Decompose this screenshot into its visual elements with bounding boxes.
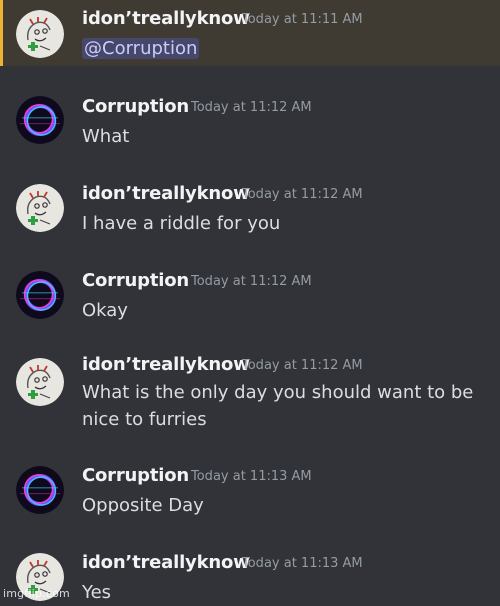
message-timestamp[interactable]: Today at 11:13 AM (242, 556, 363, 571)
message-author[interactable]: Corruption (82, 96, 189, 117)
message-item: Corruption Today at 11:13 AM Opposite Da… (0, 459, 500, 529)
message-timestamp[interactable]: Today at 11:12 AM (191, 100, 312, 115)
message-timestamp[interactable]: Today at 11:12 AM (242, 358, 363, 373)
message-timestamp[interactable]: Today at 11:13 AM (191, 469, 312, 484)
message-item: Corruption Today at 11:12 AM Okay (0, 263, 500, 333)
message-item: idon’treallyknow Today at 11:12 AM I hav… (0, 176, 500, 246)
message-item: idon’treallyknow Today at 11:12 AM What … (0, 348, 500, 448)
message-author[interactable]: Corruption (82, 270, 189, 291)
imgflip-watermark: imgflip.com (3, 587, 70, 600)
message-author[interactable]: idon’treallyknow (82, 183, 250, 204)
message-content: Opposite Day (82, 495, 204, 516)
message-item: idon’treallyknow Today at 11:13 AM Yes (0, 546, 500, 603)
message-content: I have a riddle for you (82, 213, 281, 234)
message-content: Okay (82, 300, 128, 321)
sketch-avatar-icon[interactable] (16, 358, 64, 406)
sketch-avatar-icon[interactable] (16, 10, 64, 58)
message-author[interactable]: idon’treallyknow (82, 552, 250, 573)
message-timestamp[interactable]: Today at 11:12 AM (191, 274, 312, 289)
message-content-line: What is the only day you should want to … (82, 382, 474, 403)
message-timestamp[interactable]: Today at 11:12 AM (242, 187, 363, 202)
message-item: idon’treallyknow Today at 11:11 AM @Corr… (0, 0, 500, 66)
message-content-line: nice to furries (82, 409, 207, 430)
message-author[interactable]: idon’treallyknow (82, 354, 250, 375)
neon-ring-avatar-icon[interactable] (16, 96, 64, 144)
message-content: What is the only day you should want to … (82, 379, 482, 433)
neon-ring-avatar-icon[interactable] (16, 466, 64, 514)
message-author[interactable]: Corruption (82, 465, 189, 486)
chat-message-list: idon’treallyknow Today at 11:11 AM @Corr… (0, 0, 500, 603)
neon-ring-avatar-icon[interactable] (16, 271, 64, 319)
user-mention[interactable]: @Corruption (82, 38, 200, 59)
message-content: @Corruption (82, 35, 482, 62)
message-content: What (82, 126, 130, 147)
message-timestamp[interactable]: Today at 11:11 AM (242, 12, 363, 27)
message-item: Corruption Today at 11:12 AM What (0, 88, 500, 158)
sketch-avatar-icon[interactable] (16, 184, 64, 232)
message-author[interactable]: idon’treallyknow (82, 8, 250, 29)
